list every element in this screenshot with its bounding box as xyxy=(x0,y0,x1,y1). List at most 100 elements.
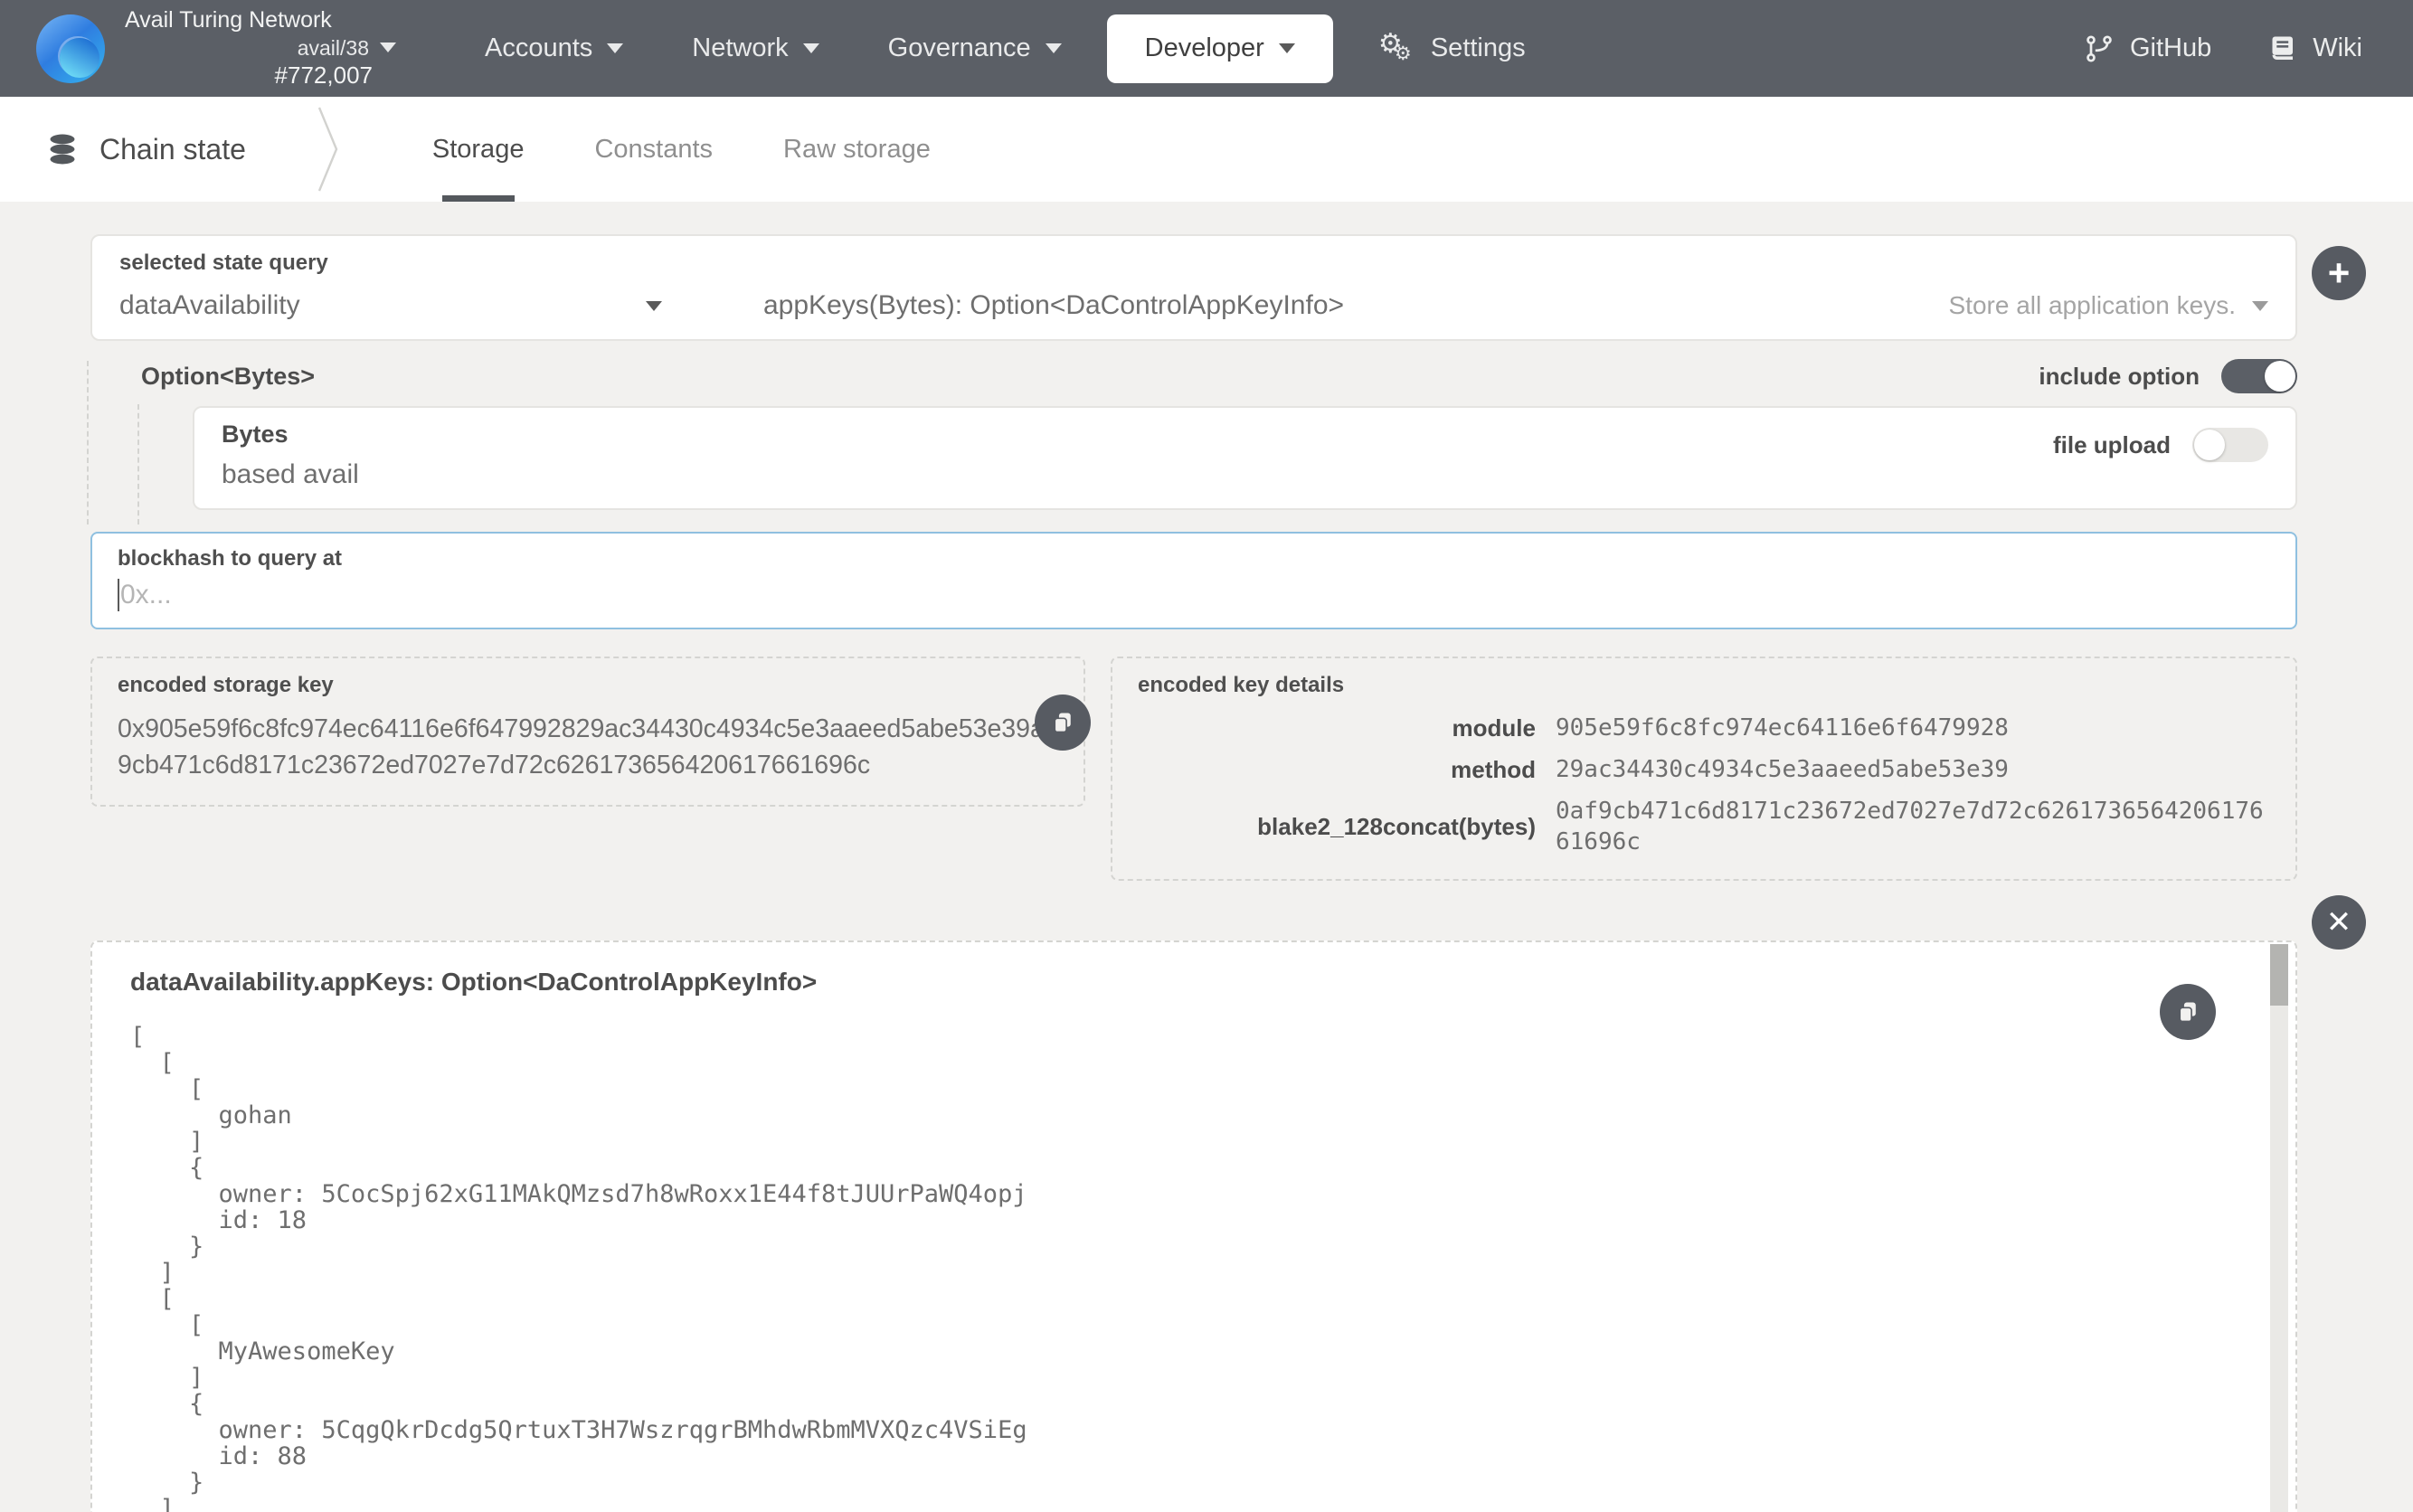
caret-down-icon xyxy=(1279,43,1295,53)
tab-storage[interactable]: Storage xyxy=(427,97,530,202)
file-upload-label: file upload xyxy=(2053,431,2171,459)
menu-settings[interactable]: ⚙⚙ Settings xyxy=(1344,0,1560,97)
encoded-key-details-label: encoded key details xyxy=(1138,673,2270,698)
menu-network[interactable]: Network xyxy=(658,0,853,97)
state-query-label: selected state query xyxy=(119,250,2268,276)
tab-storage-label: Storage xyxy=(432,135,525,165)
chain-spec-label: avail/38 xyxy=(298,35,369,61)
file-upload-group: file upload xyxy=(2053,428,2268,462)
bytes-param-label: Bytes xyxy=(222,421,2268,449)
add-query-button[interactable]: + xyxy=(2312,246,2366,300)
toggle-knob xyxy=(2194,430,2225,460)
caret-down-icon xyxy=(380,43,396,52)
query-params: Option<Bytes> include option Bytes based… xyxy=(90,359,2297,510)
encoded-storage-key-card: encoded storage key 0x905e59f6c8fc974ec6… xyxy=(90,657,1085,807)
query-results-card: dataAvailability.appKeys: Option<DaContr… xyxy=(90,940,2297,1512)
state-query-row: dataAvailability appKeys(Bytes): Option<… xyxy=(119,290,2268,321)
menu-accounts-label: Accounts xyxy=(485,33,592,63)
method-doc-text: Store all application keys. xyxy=(1948,291,2236,320)
detail-row-name: module xyxy=(1138,714,1536,742)
github-fork-icon xyxy=(2083,33,2115,65)
state-query-card: selected state query dataAvailability ap… xyxy=(90,234,2297,341)
copy-storage-key-button[interactable] xyxy=(1035,695,1091,751)
method-signature[interactable]: appKeys(Bytes): Option<DaControlAppKeyIn… xyxy=(763,290,1344,321)
menu-settings-label: Settings xyxy=(1431,33,1526,63)
detail-row-name: blake2_128concat(bytes) xyxy=(1138,813,1536,841)
caret-down-icon xyxy=(607,43,623,53)
tab-raw-storage[interactable]: Raw storage xyxy=(778,97,936,202)
encoded-key-details-rows: module 905e59f6c8fc974ec64116e6f6479928 … xyxy=(1138,713,2270,857)
tab-constants[interactable]: Constants xyxy=(589,97,718,202)
main-content: selected state query dataAvailability ap… xyxy=(90,234,2297,1512)
include-option-label: include option xyxy=(2039,363,2200,391)
caret-down-icon xyxy=(803,43,819,53)
blockhash-card: blockhash to query at xyxy=(90,532,2297,629)
caret-down-icon xyxy=(646,301,662,311)
option-row: Option<Bytes> include option xyxy=(90,359,2297,393)
toggle-knob xyxy=(2265,361,2295,392)
close-results-button[interactable]: ✕ xyxy=(2312,895,2366,950)
wiki-book-icon xyxy=(2266,33,2298,65)
scrollbar-thumb[interactable] xyxy=(2270,944,2288,1006)
gear-icon: ⚙⚙ xyxy=(1378,30,1416,68)
page: { "navbar": { "network_name": "Avail Tur… xyxy=(0,0,2413,1512)
blockhash-input[interactable] xyxy=(120,580,2270,610)
results-scrollbar[interactable] xyxy=(2270,944,2288,1512)
detail-row-value: 0af9cb471c6d8171c23672ed7027e7d72c626173… xyxy=(1556,796,2270,857)
avail-logo[interactable] xyxy=(36,14,105,83)
external-links: GitHub Wiki xyxy=(2083,33,2362,65)
text-cursor xyxy=(118,579,119,611)
menu-developer-label: Developer xyxy=(1145,33,1264,63)
main-menu: Accounts Network Governance Developer ⚙⚙… xyxy=(450,0,1560,97)
pallet-select-value: dataAvailability xyxy=(119,290,300,321)
github-label: GitHub xyxy=(2130,33,2211,63)
section-tabbar: Chain state Storage Constants Raw storag… xyxy=(0,97,2413,202)
query-results-output: [ [ [ gohan ] { owner: 5CocSpj62xG11MAkQ… xyxy=(130,1024,2178,1512)
encoded-key-details-card: encoded key details module 905e59f6c8fc9… xyxy=(1111,657,2297,881)
blockhash-label: blockhash to query at xyxy=(118,546,2270,572)
tab-constants-label: Constants xyxy=(594,135,713,165)
encoded-storage-key-value: 0x905e59f6c8fc974ec64116e6f647992829ac34… xyxy=(118,711,1058,783)
detail-row-name: method xyxy=(1138,756,1536,784)
github-link[interactable]: GitHub xyxy=(2083,33,2211,65)
bytes-param-value[interactable]: based avail xyxy=(222,459,2268,490)
param-type-label: Option<Bytes> xyxy=(141,363,315,391)
database-icon xyxy=(45,132,80,166)
menu-network-label: Network xyxy=(692,33,788,63)
detail-row-value: 905e59f6c8fc974ec64116e6f6479928 xyxy=(1556,713,2270,743)
section-title: Chain state xyxy=(45,97,246,202)
block-number: #772,007 xyxy=(275,61,373,90)
menu-governance-label: Governance xyxy=(888,33,1031,63)
file-upload-toggle[interactable] xyxy=(2192,428,2268,462)
menu-developer[interactable]: Developer xyxy=(1107,14,1333,83)
tabs: Storage Constants Raw storage xyxy=(427,97,996,202)
encoded-key-row: encoded storage key 0x905e59f6c8fc974ec6… xyxy=(90,657,2297,881)
chain-spec: avail/38 xyxy=(298,35,396,61)
copy-results-button[interactable] xyxy=(2160,984,2216,1040)
network-summary[interactable]: Avail Turing Network avail/38 #772,007 xyxy=(125,6,396,90)
network-name: Avail Turing Network xyxy=(125,6,332,34)
include-option-group: include option xyxy=(2039,359,2297,393)
chevron-separator xyxy=(317,106,340,193)
caret-down-icon xyxy=(1046,43,1062,53)
wiki-label: Wiki xyxy=(2313,33,2362,63)
menu-governance[interactable]: Governance xyxy=(854,0,1096,97)
menu-accounts[interactable]: Accounts xyxy=(450,0,658,97)
caret-down-icon xyxy=(2252,301,2268,311)
copy-icon xyxy=(2175,999,2200,1025)
blockhash-input-row xyxy=(118,579,2270,611)
tree-connector-line xyxy=(137,404,139,524)
top-navbar: Avail Turing Network avail/38 #772,007 A… xyxy=(0,0,2413,97)
query-results-title: dataAvailability.appKeys: Option<DaContr… xyxy=(130,968,2178,997)
bytes-param-card: Bytes based avail file upload xyxy=(193,406,2297,510)
pallet-select[interactable]: dataAvailability xyxy=(119,290,662,321)
section-title-label: Chain state xyxy=(99,133,246,166)
encoded-storage-key-label: encoded storage key xyxy=(118,673,1058,698)
include-option-toggle[interactable] xyxy=(2221,359,2297,393)
method-doc-select[interactable]: Store all application keys. xyxy=(1948,291,2268,320)
copy-icon xyxy=(1050,710,1075,735)
detail-row-value: 29ac34430c4934c5e3aaeed5abe53e39 xyxy=(1556,754,2270,785)
tree-connector-line xyxy=(87,361,89,524)
tab-raw-storage-label: Raw storage xyxy=(783,135,931,165)
wiki-link[interactable]: Wiki xyxy=(2266,33,2362,65)
